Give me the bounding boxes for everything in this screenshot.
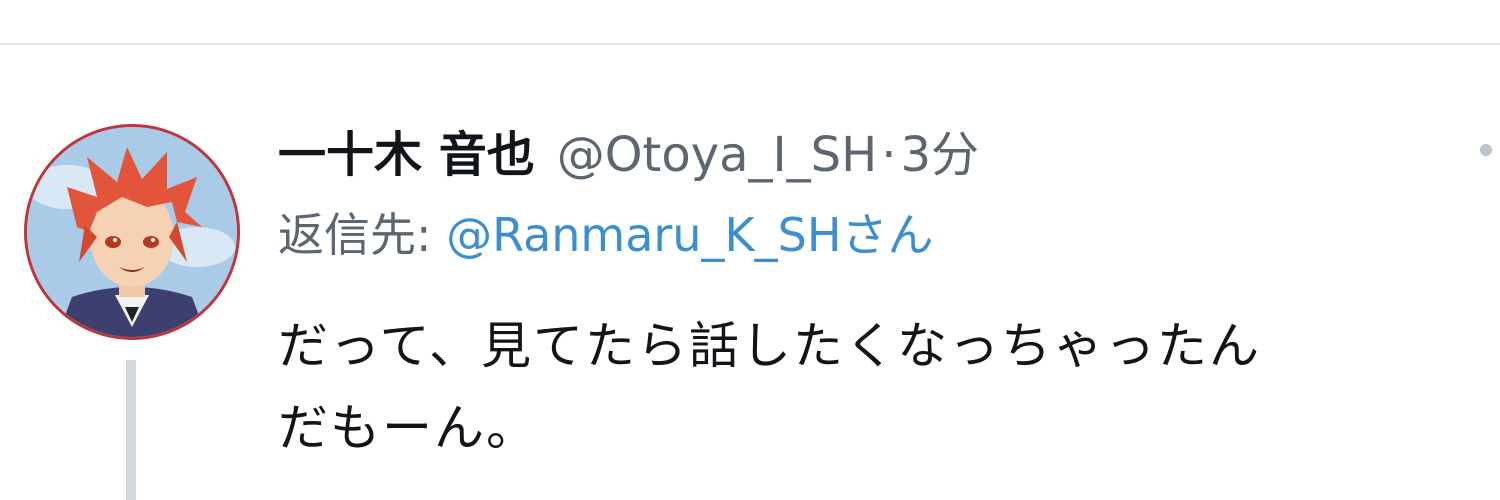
reply-target-link[interactable]: @Ranmaru_K_SHさん <box>446 208 933 262</box>
thread-connector-line <box>126 360 136 500</box>
reply-to-line: 返信先: @Ranmaru_K_SHさん <box>278 200 933 270</box>
separator-dot: · <box>881 127 897 183</box>
author-handle[interactable]: @Otoya_I_SH <box>557 120 878 190</box>
avatar[interactable] <box>24 124 240 340</box>
tweet-text-line-2: だもーん。 <box>278 399 538 457</box>
author-display-name[interactable]: 一十木 音也 <box>278 120 535 190</box>
reply-prefix: 返信先: <box>278 208 447 262</box>
tweet-text: だって、見てたら話したくなっちゃったん だもーん。 <box>278 305 1488 469</box>
avatar-image <box>27 127 237 337</box>
tweet-timestamp[interactable]: 3分 <box>901 120 980 190</box>
more-dots-icon[interactable] <box>1480 144 1492 156</box>
top-divider <box>0 43 1500 45</box>
tweet-screenshot: 一十木 音也 @Otoya_I_SH · 3分 返信先: @Ranmaru_K_… <box>0 0 1500 500</box>
tweet-header: 一十木 音也 @Otoya_I_SH · 3分 <box>278 120 979 190</box>
tweet-text-line-1: だって、見てたら話したくなっちゃったん <box>278 317 1261 375</box>
